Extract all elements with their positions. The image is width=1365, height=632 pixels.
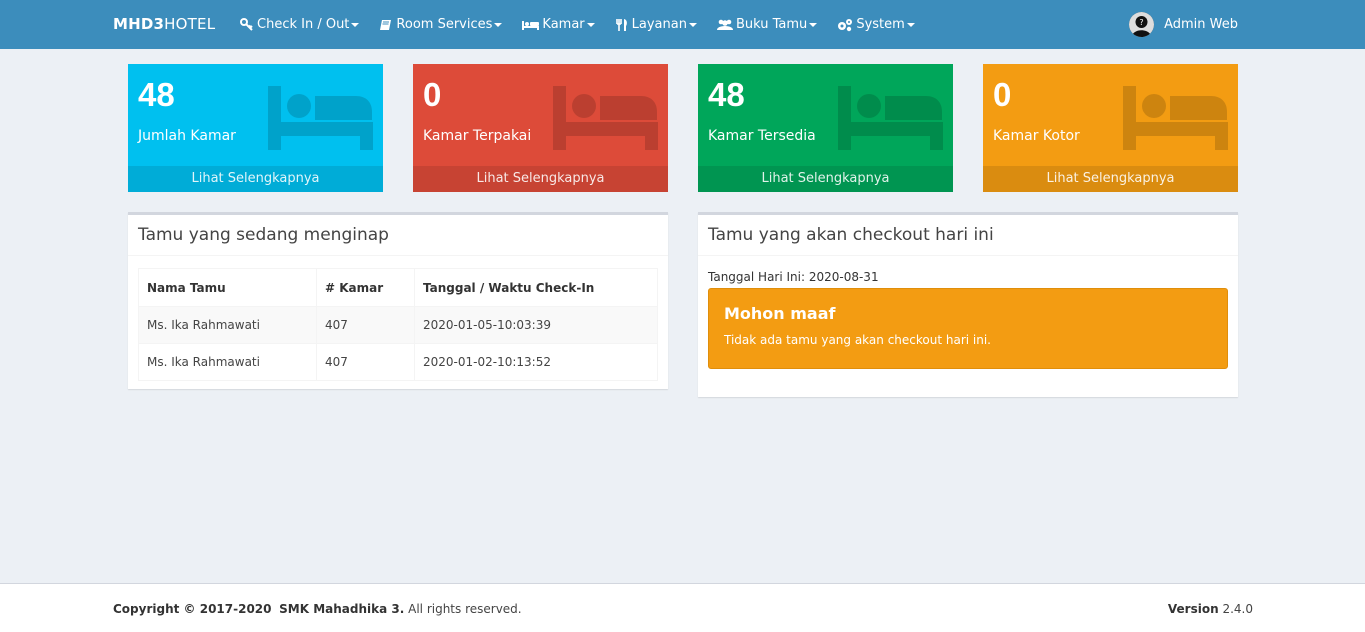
bed-icon — [838, 86, 943, 150]
stat-label: Jumlah Kamar — [138, 128, 236, 144]
table-header-row: Nama Tamu # Kamar Tanggal / Waktu Check-… — [138, 268, 658, 307]
alert-title: Mohon maaf — [724, 304, 836, 323]
bed-icon — [268, 86, 373, 150]
version-info: Version 2.4.0 — [1167, 602, 1253, 616]
bed-icon — [1123, 86, 1228, 150]
stat-label: Kamar Kotor — [993, 128, 1080, 144]
caret-down-icon — [494, 22, 503, 27]
nav-buku-tamu[interactable]: Buku Tamu — [707, 0, 827, 49]
more-info-link[interactable]: Lihat Selengkapnya — [983, 166, 1238, 192]
org-link[interactable]: SMK Mahadhika 3. — [279, 602, 404, 616]
stat-box-kamar-terpakai: 0 Kamar Terpakai Lihat Selengkapnya — [413, 64, 668, 192]
nav-system[interactable]: System — [827, 0, 924, 49]
stat-box-jumlah-kamar: 48 Jumlah Kamar Lihat Selengkapnya — [128, 64, 383, 192]
panel-title: Tamu yang sedang menginap — [128, 215, 668, 256]
stat-value: 0 — [423, 76, 442, 113]
alert-message: Tidak ada tamu yang akan checkout hari i… — [724, 333, 991, 347]
nav-label: Room Services — [396, 17, 493, 32]
stat-box-kamar-tersedia: 48 Kamar Tersedia Lihat Selengkapnya — [698, 64, 953, 192]
top-navbar: MHD3HOTEL Check In / Out Room Services K… — [0, 0, 1365, 49]
page-footer: Copyright © 2017-2020 SMK Mahadhika 3. A… — [0, 583, 1365, 632]
stat-label: Kamar Terpakai — [423, 128, 532, 144]
checkout-today-panel: Tamu yang akan checkout hari ini Tanggal… — [698, 212, 1238, 397]
copyright: Copyright © 2017-2020 SMK Mahadhika 3. A… — [113, 602, 522, 616]
nav-kamar[interactable]: Kamar — [512, 0, 604, 49]
warning-alert: Mohon maaf Tidak ada tamu yang akan chec… — [708, 288, 1228, 369]
table-cell: 407 — [316, 343, 415, 381]
user-avatar-icon: ? — [1129, 12, 1155, 37]
bed-icon — [522, 20, 540, 30]
table-row: Ms. Ika Rahmawati 407 2020-01-02-10:13:5… — [138, 343, 658, 381]
stat-value: 0 — [993, 76, 1012, 113]
table-row: Ms. Ika Rahmawati 407 2020-01-05-10:03:3… — [138, 306, 658, 344]
column-header: # Kamar — [316, 268, 415, 307]
today-date: Tanggal Hari Ini: 2020-08-31 — [708, 270, 879, 284]
caret-down-icon — [906, 22, 915, 27]
user-menu[interactable]: ? Admin Web — [1129, 0, 1238, 49]
table-cell: 2020-01-02-10:13:52 — [414, 343, 658, 381]
more-info-link[interactable]: Lihat Selengkapnya — [413, 166, 668, 192]
cogs-icon — [838, 18, 853, 31]
user-name: Admin Web — [1164, 17, 1238, 32]
nav-label: System — [856, 17, 905, 32]
table-cell: Ms. Ika Rahmawati — [138, 343, 317, 381]
brand-logo[interactable]: MHD3HOTEL — [113, 15, 215, 33]
stat-box-kamar-kotor: 0 Kamar Kotor Lihat Selengkapnya — [983, 64, 1238, 192]
nav-label: Kamar — [542, 17, 585, 32]
bed-icon — [553, 86, 658, 150]
stat-label: Kamar Tersedia — [708, 128, 816, 144]
staying-guests-table: Nama Tamu # Kamar Tanggal / Waktu Check-… — [138, 268, 658, 381]
users-icon — [716, 19, 733, 30]
avatar: ? — [1129, 12, 1155, 37]
more-info-link[interactable]: Lihat Selengkapnya — [128, 166, 383, 192]
book-icon — [380, 19, 392, 30]
column-header: Tanggal / Waktu Check-In — [414, 268, 658, 307]
nav-label: Layanan — [631, 17, 687, 32]
caret-down-icon — [688, 22, 697, 27]
key-icon — [240, 17, 253, 31]
svg-text:?: ? — [1139, 18, 1143, 27]
cutlery-icon — [615, 18, 627, 31]
table-cell: 407 — [316, 306, 415, 344]
table-cell: Ms. Ika Rahmawati — [138, 306, 317, 344]
column-header: Nama Tamu — [138, 268, 317, 307]
more-info-link[interactable]: Lihat Selengkapnya — [698, 166, 953, 192]
staying-guests-panel: Tamu yang sedang menginap Nama Tamu # Ka… — [128, 212, 668, 389]
panel-title: Tamu yang akan checkout hari ini — [698, 215, 1238, 256]
caret-down-icon — [809, 22, 818, 27]
table-cell: 2020-01-05-10:03:39 — [414, 306, 658, 344]
nav-room-services[interactable]: Room Services — [369, 0, 512, 49]
stat-value: 48 — [708, 76, 745, 113]
nav-layanan[interactable]: Layanan — [605, 0, 707, 49]
nav-label: Buku Tamu — [735, 17, 808, 32]
nav-check-in-out[interactable]: Check In / Out — [230, 0, 369, 49]
nav-label: Check In / Out — [257, 17, 350, 32]
caret-down-icon — [351, 22, 360, 27]
stat-value: 48 — [138, 76, 175, 113]
main-nav: Check In / Out Room Services Kamar Layan… — [230, 0, 925, 49]
caret-down-icon — [586, 22, 595, 27]
